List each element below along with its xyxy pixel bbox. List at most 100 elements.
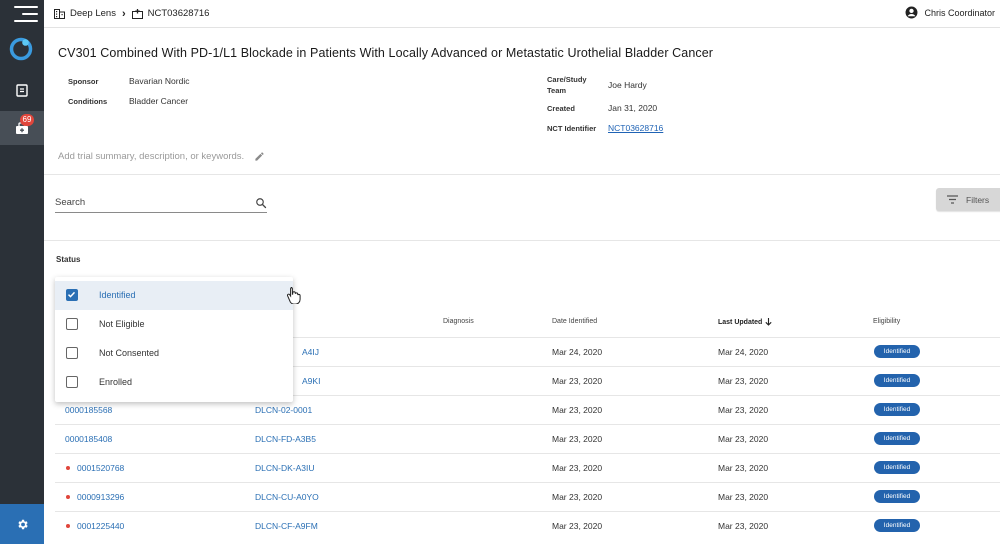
breadcrumb-trial-label: NCT03628716 [147,8,210,19]
filter-icon [947,195,958,204]
arrow-down-icon [765,318,772,326]
team-label-line-2: Team [547,86,567,95]
patient-id[interactable]: DLCN-FD-A3B5 [255,434,316,444]
search-box [55,193,267,213]
breadcrumb: Deep Lens › NCT03628716 [54,8,209,20]
pencil-icon[interactable] [254,151,265,162]
search-input[interactable] [55,197,235,208]
settings-icon [17,519,28,529]
patient-id[interactable]: A4IJ [302,347,319,357]
last-updated: Mar 23, 2020 [718,463,769,473]
breadcrumb-org-label: Deep Lens [70,8,116,19]
date-identified: Mar 23, 2020 [552,405,603,415]
date-identified: Mar 23, 2020 [552,521,603,531]
last-updated: Mar 23, 2020 [718,434,769,444]
patient-mrn[interactable]: 0000913296 [77,492,124,502]
column-header-date-identified[interactable]: Date Identified [552,318,597,325]
checkmark-icon [67,291,76,298]
created-value: Jan 31, 2020 [608,103,658,113]
status-option-identified[interactable]: Identified [55,281,293,310]
page-title: CV301 Combined With PD-1/L1 Blockade in … [58,46,714,60]
patient-mrn[interactable]: 0001520768 [77,463,124,473]
eligibility-badge: Identified [874,403,920,416]
alert-dot [66,495,70,499]
eligibility-badge: Identified [874,519,920,532]
section-divider [44,240,1000,241]
status-option-label: Identified [99,290,136,300]
eligibility-badge: Identified [874,374,920,387]
status-dropdown: Identified Not Eligible Not Consented En… [55,277,293,402]
status-option-label: Not Consented [99,348,160,358]
notification-badge: 69 [20,114,34,126]
eligibility-badge: Identified [874,432,920,445]
settings-button[interactable] [0,504,44,544]
checkbox-identified[interactable] [66,289,78,301]
patient-id[interactable]: A9KI [302,376,320,386]
menu-icon[interactable] [8,4,38,24]
patient-id[interactable]: DLCN-CU-A0YO [255,492,319,502]
conditions-value: Bladder Cancer [129,96,189,106]
patient-mrn[interactable]: 0000185408 [65,434,112,444]
column-header-last-updated[interactable]: Last Updated [718,318,772,326]
eligibility-badge: Identified [874,490,920,503]
checkbox-not-consented[interactable] [66,347,78,359]
status-option-label: Not Eligible [99,319,145,329]
status-option-not-eligible[interactable]: Not Eligible [55,310,293,339]
alert-dot [66,466,70,470]
table-row[interactable]: 0000185408 DLCN-FD-A3B5 Mar 23, 2020 Mar… [55,424,1000,453]
team-label-line-1: Care/Study [547,75,587,84]
date-identified: Mar 24, 2020 [552,347,603,357]
section-divider [44,174,1000,175]
last-updated: Mar 23, 2020 [718,521,769,531]
checkbox-enrolled[interactable] [66,376,78,388]
last-updated: Mar 24, 2020 [718,347,769,357]
conditions-label: Conditions [68,97,108,106]
date-identified: Mar 23, 2020 [552,376,603,386]
search-icon[interactable] [255,197,267,209]
sponsor-value: Bavarian Nordic [129,76,190,86]
patient-mrn[interactable]: 0001225440 [77,521,124,531]
column-header-diagnosis[interactable]: Diagnosis [443,318,474,325]
account-icon [906,6,918,19]
user-menu[interactable]: Chris Coordinator [905,6,995,19]
hospital-icon [131,8,143,19]
user-name: Chris Coordinator [924,7,995,18]
trial-summary-field[interactable]: Add trial summary, description, or keywo… [58,151,265,162]
filters-button[interactable]: Filters [936,188,1000,211]
document-icon [16,83,28,97]
top-bar: Deep Lens › NCT03628716 Chris Coordinato… [44,0,1000,28]
table-row[interactable]: 0001520768 DLCN-DK-A3IU Mar 23, 2020 Mar… [55,453,1000,482]
status-option-not-consented[interactable]: Not Consented [55,339,293,368]
nav-item-trials[interactable] [0,73,44,107]
patient-id[interactable]: DLCN-02-0001 [255,405,312,415]
patient-id[interactable]: DLCN-CF-A9FM [255,521,318,531]
date-identified: Mar 23, 2020 [552,492,603,502]
trial-summary-placeholder: Add trial summary, description, or keywo… [58,151,245,162]
checkbox-not-eligible[interactable] [66,318,78,330]
eligibility-badge: Identified [874,345,920,358]
nct-label: NCT Identifier [547,124,597,133]
breadcrumb-org[interactable]: Deep Lens [54,8,116,19]
status-option-label: Enrolled [99,377,133,387]
nct-link[interactable]: NCT03628716 [608,123,663,133]
column-header-last-updated-label: Last Updated [718,318,763,326]
status-option-enrolled[interactable]: Enrolled [55,368,293,397]
table-row[interactable]: 0000913296 DLCN-CU-A0YO Mar 23, 2020 Mar… [55,482,1000,511]
building-icon [54,8,65,19]
table-row[interactable]: 0001225440 DLCN-CF-A9FM Mar 23, 2020 Mar… [55,511,1000,540]
filters-label: Filters [966,194,990,205]
date-identified: Mar 23, 2020 [552,463,603,473]
logo-icon [9,37,33,61]
breadcrumb-trial[interactable]: NCT03628716 [131,8,210,19]
hand-cursor-icon [286,287,301,304]
column-header-eligibility[interactable]: Eligibility [873,318,900,325]
eligibility-badge: Identified [874,461,920,474]
patient-mrn[interactable]: 0000185568 [65,405,112,415]
status-filter-label: Status [56,255,81,264]
team-value: Joe Hardy [608,80,647,90]
left-nav-rail: 69 [0,0,44,544]
alert-dot [66,524,70,528]
chevron-right-icon: › [121,7,126,20]
patient-id[interactable]: DLCN-DK-A3IU [255,463,315,473]
nav-item-patients[interactable]: 69 [0,111,44,145]
